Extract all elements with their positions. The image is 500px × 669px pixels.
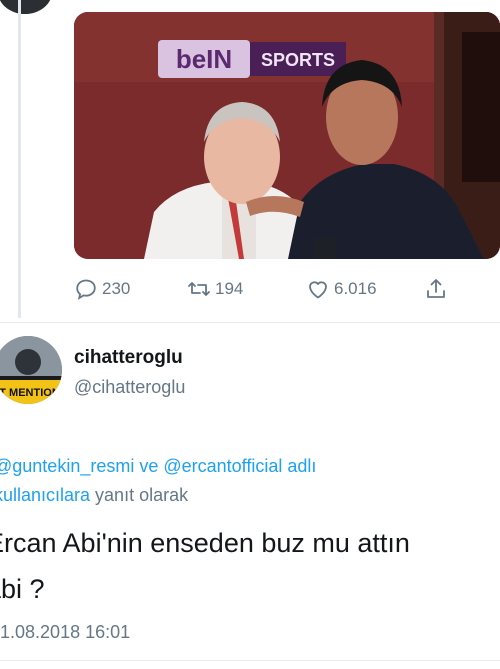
display-name[interactable]: cihatteroglu	[74, 347, 183, 369]
tweet-actions: 230 194 6.016	[0, 277, 500, 307]
like-button[interactable]: 6.016	[306, 277, 377, 301]
divider	[0, 660, 500, 661]
share-icon	[427, 279, 445, 298]
divider	[0, 322, 500, 323]
reply-suffix: adlı	[282, 456, 317, 476]
heart-icon	[309, 281, 327, 299]
retweet-button[interactable]: 194	[187, 277, 243, 301]
timestamp[interactable]: 01.08.2018 16:01	[0, 622, 130, 643]
tweet-text-line: Ercan Abi'nin enseden buz mu attın	[0, 528, 410, 558]
share-button[interactable]	[424, 277, 452, 301]
thread-line	[18, 0, 21, 318]
mention-link[interactable]: @ercantofficial	[163, 456, 282, 476]
reply-connector: ve	[134, 456, 164, 476]
bein-sports-logo: beIN SPORTS	[158, 40, 346, 78]
reply-line2-prefix: kullanıcılara	[0, 485, 91, 505]
retweet-count: 194	[215, 279, 244, 298]
avatar-image: IT MENTION	[0, 336, 62, 404]
reply-context: @guntekin_resmi ve @ercantofficial adlı …	[0, 452, 500, 510]
svg-text:SPORTS: SPORTS	[261, 50, 335, 70]
tweet-photo[interactable]: beIN SPORTS	[74, 12, 500, 259]
reply-button[interactable]: 230	[74, 277, 130, 301]
retweet-icon	[188, 282, 210, 296]
reply-line2-suffix: yanıt olarak	[90, 485, 189, 505]
tweet-text: Ercan Abi'nin enseden buz mu attın abi ?	[0, 520, 496, 612]
like-count: 6.016	[334, 279, 377, 298]
svg-text:beIN: beIN	[176, 44, 232, 74]
reply-count: 230	[102, 279, 131, 298]
svg-text:IT MENTION: IT MENTION	[0, 387, 60, 399]
previous-user-avatar[interactable]	[0, 0, 52, 14]
avatar[interactable]: IT MENTION	[0, 336, 62, 404]
photo-illustration: beIN SPORTS	[74, 12, 500, 259]
user-handle[interactable]: @cihatteroglu	[74, 377, 185, 398]
reply-icon	[76, 279, 96, 300]
mention-link[interactable]: @guntekin_resmi	[0, 456, 134, 476]
tweet-text-line: abi ?	[0, 574, 45, 604]
